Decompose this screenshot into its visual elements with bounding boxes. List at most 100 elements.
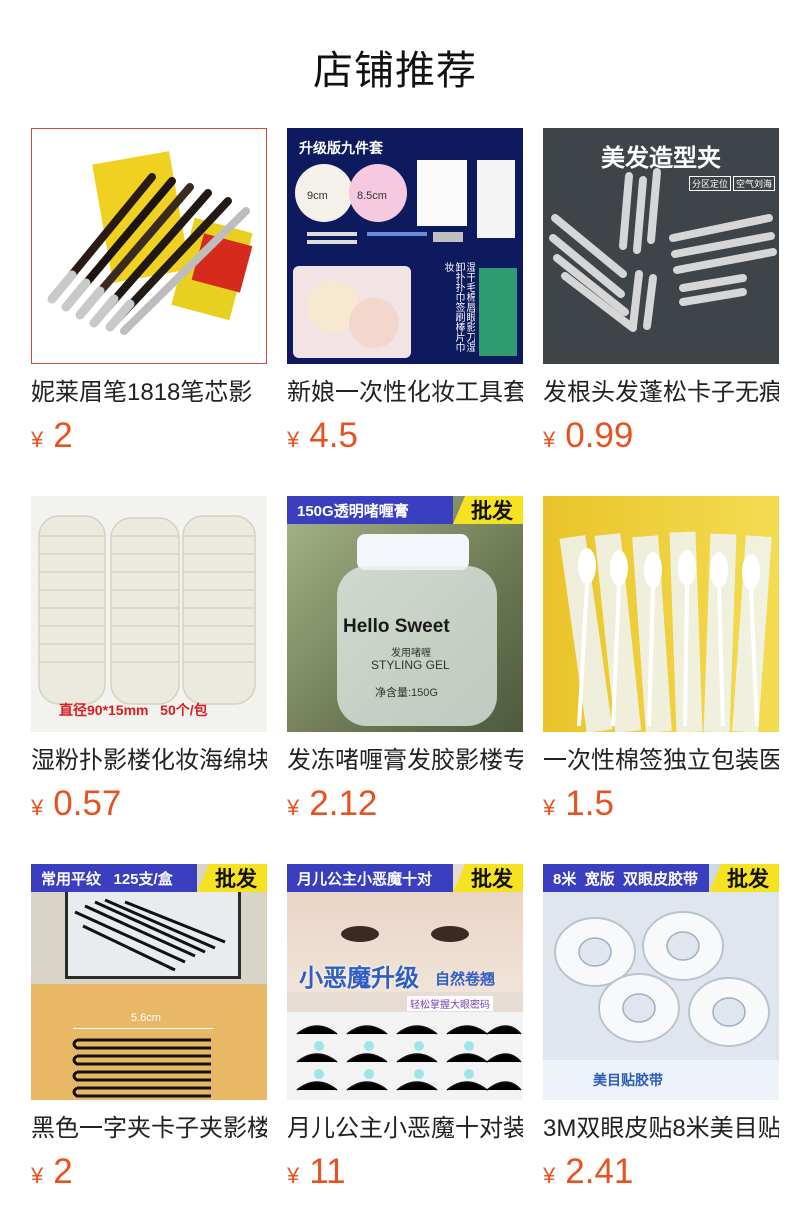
banner-text: 8米 宽版 双眼皮胶带 bbox=[543, 864, 709, 892]
product-price: ¥2.41 bbox=[543, 1152, 779, 1199]
product-banner: 月儿公主小恶魔十对 批发 bbox=[287, 864, 523, 892]
cotton-swab bbox=[307, 240, 357, 244]
product-price: ¥0.99 bbox=[543, 416, 779, 463]
price-value: 2.12 bbox=[309, 784, 378, 823]
product-banner: 150G透明啫喱膏 批发 bbox=[287, 496, 523, 524]
product-image[interactable] bbox=[543, 496, 779, 732]
product-image[interactable]: 150G透明啫喱膏 批发 Hello Sweet 发用啫喱 STYLING GE… bbox=[287, 496, 523, 732]
product-title[interactable]: 发冻啫喱膏发胶影楼专 bbox=[287, 746, 523, 776]
pin-size-label: 5.6cm bbox=[131, 1012, 161, 1024]
product-card[interactable]: 一次性棉签独立包装医 ¥1.5 bbox=[543, 496, 779, 832]
wholesale-badge: 批发 bbox=[197, 864, 267, 892]
product-image[interactable]: 美发造型夹 分区定位 空气刘海 bbox=[543, 128, 779, 364]
gel-line-cn: 发用啫喱 bbox=[391, 648, 431, 659]
kit-contents-list: 湿干毛棉唇眼影刀湿卸扑扑巾签刷棒片巾妆 bbox=[442, 262, 475, 352]
size-label-9cm: 9cm bbox=[307, 190, 328, 202]
razor bbox=[433, 232, 463, 242]
jar-lid bbox=[357, 534, 469, 570]
price-value: 0.57 bbox=[53, 784, 122, 823]
product-card[interactable]: 月儿公主小恶魔十对 批发 小恶魔升级 自然卷翘 轻松掌握大眼密码 月儿公主小恶魔… bbox=[287, 864, 523, 1200]
price-value: 2 bbox=[53, 1152, 73, 1191]
currency-symbol: ¥ bbox=[31, 795, 44, 820]
price-value: 1.5 bbox=[565, 784, 614, 823]
product-title[interactable]: 一次性棉签独立包装医 bbox=[543, 746, 779, 776]
cotton-swab-image bbox=[559, 531, 772, 732]
product-title[interactable]: 发根头发蓬松卡子无痕 bbox=[543, 378, 779, 408]
product-image[interactable]: 直径90*15mm 50个/包 bbox=[31, 496, 267, 732]
product-banner: 8米 宽版 双眼皮胶带 批发 bbox=[543, 864, 779, 892]
product-title[interactable]: 妮莱眉笔1818笔芯影 bbox=[31, 378, 267, 408]
price-value: 0.99 bbox=[565, 416, 634, 455]
product-card[interactable]: 常用平纹 125支/盒 批发 5.6cm 黑色一字夹卡子夹影楼 ¥ 2 bbox=[31, 864, 267, 1200]
store-recommend-page: 店铺推荐 妮莱眉笔1818笔芯影 ¥ 2 升级版九件套 9cm 8.5cm 湿干… bbox=[0, 0, 790, 1232]
currency-symbol: ¥ bbox=[543, 427, 556, 452]
product-card[interactable]: 直径90*15mm 50个/包 湿粉扑影楼化妆海绵块 ¥0.57 bbox=[31, 496, 267, 832]
currency-symbol: ¥ bbox=[287, 795, 300, 820]
currency-symbol: ¥ bbox=[31, 427, 44, 452]
product-price: ¥2 bbox=[31, 416, 267, 463]
sponge-stack-image bbox=[38, 515, 256, 705]
sponge-puff bbox=[349, 298, 399, 348]
product-image[interactable]: 升级版九件套 9cm 8.5cm 湿干毛棉唇眼影刀湿卸扑扑巾签刷棒片巾妆 bbox=[287, 128, 523, 364]
product-image[interactable]: 常用平纹 125支/盒 批发 5.6cm bbox=[31, 864, 267, 1100]
price-value: 11 bbox=[309, 1152, 346, 1191]
product-price: ¥4.5 bbox=[287, 416, 523, 463]
mask-pack bbox=[479, 268, 517, 356]
eye-left bbox=[341, 926, 379, 942]
gel-net-weight: 净含量:150G bbox=[375, 687, 438, 699]
product-title[interactable]: 黑色一字夹卡子夹影楼 bbox=[31, 1114, 267, 1144]
currency-symbol: ¥ bbox=[543, 795, 556, 820]
product-card[interactable]: 升级版九件套 9cm 8.5cm 湿干毛棉唇眼影刀湿卸扑扑巾签刷棒片巾妆 新娘一… bbox=[287, 128, 523, 464]
gel-line-en: STYLING GEL bbox=[371, 658, 450, 672]
product-image[interactable] bbox=[31, 128, 267, 364]
hair-clips-image bbox=[549, 168, 777, 332]
currency-symbol: ¥ bbox=[287, 427, 300, 452]
cotton-swab bbox=[307, 232, 357, 236]
lash-line: 轻松掌握大眼密码 bbox=[407, 996, 493, 1011]
wholesale-badge: 批发 bbox=[453, 496, 523, 524]
currency-symbol: ¥ bbox=[543, 1163, 556, 1188]
product-image[interactable]: 8米 宽版 双眼皮胶带 批发 美目贴胶带 bbox=[543, 864, 779, 1100]
product-price: ¥2.12 bbox=[287, 784, 523, 831]
pin-size-ruler bbox=[73, 1028, 213, 1029]
currency-symbol: ¥ bbox=[287, 1163, 300, 1188]
wet-wipe bbox=[477, 160, 515, 238]
price-value: 2 bbox=[53, 416, 73, 455]
eye-right bbox=[431, 926, 469, 942]
product-price: ¥11 bbox=[287, 1152, 523, 1199]
product-card[interactable]: 妮莱眉笔1818笔芯影 ¥2 bbox=[31, 128, 267, 464]
eyeshadow-stick bbox=[367, 232, 427, 236]
eyebrow-pencil-image bbox=[47, 151, 253, 335]
product-title[interactable]: 3M双眼皮贴8米美目贴 bbox=[543, 1114, 779, 1144]
lash-sub: 自然卷翘 bbox=[435, 971, 496, 988]
price-value: 4.5 bbox=[309, 416, 358, 455]
sponge-caption: 直径90*15mm 50个/包 bbox=[59, 702, 208, 718]
currency-symbol: ¥ bbox=[31, 1163, 44, 1188]
product-banner: 常用平纹 125支/盒 批发 bbox=[31, 864, 267, 892]
banner-text: 150G透明啫喱膏 bbox=[287, 496, 453, 524]
product-price: ¥1.5 bbox=[543, 784, 779, 831]
section-title: 店铺推荐 bbox=[313, 49, 477, 93]
lash-headline: 小恶魔升级 bbox=[299, 965, 419, 992]
gel-brand: Hello Sweet bbox=[343, 616, 450, 637]
kit-badge: 升级版九件套 bbox=[299, 140, 383, 156]
banner-text: 常用平纹 125支/盒 bbox=[31, 864, 197, 892]
bobby-pins bbox=[72, 1038, 211, 1098]
product-card[interactable]: 150G透明啫喱膏 批发 Hello Sweet 发用啫喱 STYLING GE… bbox=[287, 496, 523, 832]
product-card[interactable]: 美发造型夹 分区定位 空气刘海 发根头发蓬松卡子无痕 ¥ 0.99 bbox=[543, 128, 779, 464]
product-title[interactable]: 月儿公主小恶魔十对装 bbox=[287, 1114, 523, 1144]
size-label-85cm: 8.5cm bbox=[357, 190, 387, 202]
banner-text: 月儿公主小恶魔十对 bbox=[287, 864, 453, 892]
product-image[interactable]: 月儿公主小恶魔十对 批发 小恶魔升级 自然卷翘 轻松掌握大眼密码 bbox=[287, 864, 523, 1100]
product-title[interactable]: 湿粉扑影楼化妆海绵块 bbox=[31, 746, 267, 776]
product-card[interactable]: 8米 宽版 双眼皮胶带 批发 美目贴胶带 3M双眼皮贴8米美目贴 ¥ 2.41 bbox=[543, 864, 779, 1200]
cotton-pad bbox=[417, 160, 467, 226]
price-value: 2.41 bbox=[565, 1152, 634, 1191]
tape-rolls bbox=[543, 892, 779, 1100]
pins-in-tin bbox=[74, 898, 226, 972]
product-title[interactable]: 新娘一次性化妆工具套 bbox=[287, 378, 523, 408]
tape-box-label: 美目贴胶带 bbox=[593, 1072, 663, 1088]
wholesale-badge: 批发 bbox=[453, 864, 523, 892]
wholesale-badge: 批发 bbox=[709, 864, 779, 892]
product-price: ¥0.57 bbox=[31, 784, 267, 831]
